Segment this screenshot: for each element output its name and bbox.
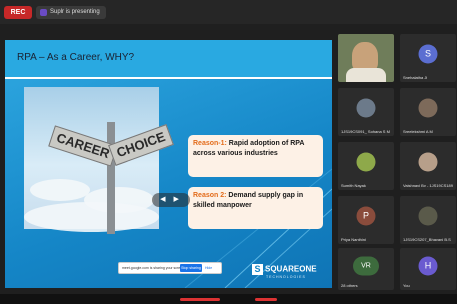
participant-tile[interactable]: P Priya Nanthini — [338, 196, 394, 244]
cloud — [30, 179, 90, 201]
slide-body: CAREER CHOICE Reason-1: Rapid adoption o… — [5, 79, 332, 288]
slide-header-band: RPA – As a Career, WHY? — [5, 40, 332, 77]
signpost-pole — [107, 122, 115, 234]
participant-tile[interactable]: Vaishnavi Bv - 1JS19CS189 — [400, 142, 456, 190]
avatar — [418, 152, 438, 172]
presenter-text: Suplr is presenting — [50, 9, 100, 15]
shared-screen-slide: RPA – As a Career, WHY? CAREER CHOICE Re… — [5, 40, 332, 288]
participant-tile[interactable]: 1JS19CS091_ Sohana S M — [338, 88, 394, 136]
meeting-top-bar: REC Suplr is presenting — [0, 0, 457, 24]
squareone-logo: S SQUAREONE TECHNOLOGIES — [252, 264, 330, 286]
screen-share-bar: meet.google.com is sharing your screen. … — [118, 262, 222, 274]
participant-name: 1JS19CS207_Bhavani B.S — [403, 237, 451, 242]
presenting-icon — [40, 9, 47, 16]
participant-tile[interactable]: Sumith Nayak — [338, 142, 394, 190]
meeting-bottom-bar — [0, 294, 457, 304]
participant-name: Vaishnavi Bv - 1JS19CS189 — [403, 183, 453, 188]
participant-name: Snehalatha Ji — [403, 75, 428, 80]
slide-title: RPA – As a Career, WHY? — [17, 52, 135, 63]
hide-button[interactable]: Hide — [205, 264, 212, 272]
reason-box-2: Reason 2: Demand supply gap in skilled m… — [188, 187, 323, 229]
reason-2-label: Reason 2: — [193, 192, 227, 199]
participant-name: Sreelekshmi A M — [403, 129, 433, 134]
presenter-indicator[interactable]: Suplr is presenting — [36, 6, 106, 19]
cloud — [24, 202, 159, 232]
participant-name: Priya Nanthini — [341, 237, 366, 242]
participant-name: Sumith Nayak — [341, 183, 366, 188]
share-message: meet.google.com is sharing your screen. — [122, 266, 186, 270]
logo-subtext: TECHNOLOGIES — [266, 275, 306, 279]
recording-badge: REC — [4, 6, 32, 19]
stop-sharing-button[interactable]: Stop sharing — [180, 264, 202, 272]
self-tile[interactable]: H You — [400, 248, 456, 290]
logo-mark-icon: S — [252, 264, 263, 275]
others-tile[interactable]: VR 28 others — [338, 248, 394, 290]
presentation-controls[interactable]: ◀ ▶ — [152, 193, 190, 207]
mic-off-button[interactable] — [255, 298, 277, 301]
avatar — [356, 152, 376, 172]
avatar — [418, 206, 438, 226]
avatar — [356, 98, 376, 118]
others-count: 28 others — [341, 283, 358, 288]
reason-box-1: Reason-1: Rapid adoption of RPA across v… — [188, 135, 323, 177]
avatar: S — [418, 44, 438, 64]
avatar: P — [356, 206, 376, 226]
avatar — [418, 98, 438, 118]
avatar: H — [418, 256, 438, 276]
participant-tile[interactable]: S Snehalatha Ji — [400, 34, 456, 82]
participant-name: 1JS19CS091_ Sohana S M — [341, 129, 390, 134]
participant-name: You — [403, 283, 410, 288]
participant-tile[interactable]: Sreelekshmi A M — [400, 88, 456, 136]
logo-text: SQUAREONE — [265, 264, 317, 274]
participant-video-shirt — [346, 68, 386, 82]
participant-tile[interactable]: 1JS19CS207_Bhavani B.S — [400, 196, 456, 244]
avatar-group: VR — [353, 256, 379, 276]
leave-call-button[interactable] — [180, 298, 220, 301]
reason-1-label: Reason-1: — [193, 140, 227, 147]
participant-tile[interactable] — [338, 34, 394, 82]
career-choice-image: CAREER CHOICE — [24, 87, 174, 234]
